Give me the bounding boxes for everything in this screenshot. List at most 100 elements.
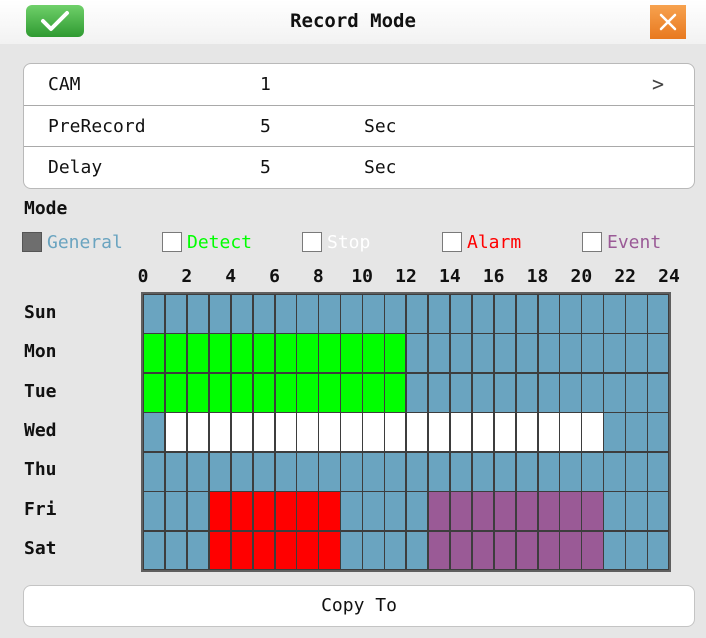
schedule-cell[interactable] bbox=[581, 294, 604, 334]
mode-option-general[interactable]: General bbox=[22, 230, 123, 254]
schedule-cell[interactable] bbox=[493, 372, 517, 413]
schedule-cell[interactable] bbox=[625, 451, 648, 492]
schedule-cell[interactable] bbox=[230, 451, 254, 492]
mode-option-detect[interactable]: Detect bbox=[162, 230, 252, 254]
schedule-cell[interactable] bbox=[274, 491, 297, 532]
schedule-cell[interactable] bbox=[493, 451, 517, 492]
cam-value[interactable]: 1 bbox=[260, 64, 271, 105]
schedule-cell[interactable] bbox=[164, 333, 188, 374]
schedule-cell[interactable] bbox=[274, 530, 297, 571]
schedule-cell[interactable] bbox=[318, 294, 341, 334]
schedule-cell[interactable] bbox=[603, 491, 626, 532]
schedule-cell[interactable] bbox=[296, 372, 319, 413]
schedule-cell[interactable] bbox=[252, 333, 275, 374]
schedule-cell[interactable] bbox=[449, 333, 473, 374]
schedule-cell[interactable] bbox=[581, 412, 604, 453]
schedule-cell[interactable] bbox=[515, 451, 538, 492]
schedule-cell[interactable] bbox=[449, 451, 473, 492]
schedule-cell[interactable] bbox=[493, 333, 517, 374]
schedule-cell[interactable] bbox=[230, 372, 254, 413]
schedule-cell[interactable] bbox=[493, 530, 517, 571]
schedule-cell[interactable] bbox=[186, 333, 210, 374]
schedule-cell[interactable] bbox=[296, 412, 319, 453]
schedule-cell[interactable] bbox=[252, 412, 275, 453]
schedule-cell[interactable] bbox=[559, 412, 582, 453]
schedule-cell[interactable] bbox=[384, 294, 407, 334]
schedule-cell[interactable] bbox=[559, 333, 582, 374]
schedule-cell[interactable] bbox=[603, 451, 626, 492]
mode-option-stop[interactable]: Stop bbox=[302, 230, 370, 254]
schedule-cell[interactable] bbox=[537, 491, 560, 532]
schedule-cell[interactable] bbox=[186, 372, 210, 413]
schedule-cell[interactable] bbox=[296, 333, 319, 374]
schedule-cell[interactable] bbox=[647, 372, 670, 413]
schedule-cell[interactable] bbox=[230, 412, 254, 453]
schedule-cell[interactable] bbox=[537, 451, 560, 492]
schedule-cell[interactable] bbox=[427, 294, 451, 334]
schedule-cell[interactable] bbox=[493, 294, 517, 334]
schedule-cell[interactable] bbox=[318, 491, 341, 532]
schedule-cell[interactable] bbox=[471, 412, 495, 453]
mode-checkbox-alarm[interactable] bbox=[442, 232, 462, 252]
schedule-cell[interactable] bbox=[318, 530, 341, 571]
schedule-cell[interactable] bbox=[362, 412, 385, 453]
schedule-cell[interactable] bbox=[296, 491, 319, 532]
schedule-cell[interactable] bbox=[164, 412, 188, 453]
schedule-cell[interactable] bbox=[230, 491, 254, 532]
schedule-cell[interactable] bbox=[208, 491, 232, 532]
schedule-cell[interactable] bbox=[559, 294, 582, 334]
schedule-cell[interactable] bbox=[427, 412, 451, 453]
schedule-cell[interactable] bbox=[208, 294, 232, 334]
schedule-cell[interactable] bbox=[252, 294, 275, 334]
schedule-cell[interactable] bbox=[406, 333, 429, 374]
schedule-cell[interactable] bbox=[647, 333, 670, 374]
schedule-cell[interactable] bbox=[603, 372, 626, 413]
schedule-cell[interactable] bbox=[274, 451, 297, 492]
schedule-cell[interactable] bbox=[603, 294, 626, 334]
schedule-cell[interactable] bbox=[427, 333, 451, 374]
schedule-cell[interactable] bbox=[471, 372, 495, 413]
schedule-cell[interactable] bbox=[274, 412, 297, 453]
schedule-cell[interactable] bbox=[143, 333, 166, 374]
schedule-cell[interactable] bbox=[230, 294, 254, 334]
schedule-cell[interactable] bbox=[340, 451, 363, 492]
schedule-cell[interactable] bbox=[625, 491, 648, 532]
schedule-cell[interactable] bbox=[603, 333, 626, 374]
schedule-cell[interactable] bbox=[406, 491, 429, 532]
schedule-cell[interactable] bbox=[143, 451, 166, 492]
schedule-cell[interactable] bbox=[230, 530, 254, 571]
schedule-cell[interactable] bbox=[318, 333, 341, 374]
schedule-cell[interactable] bbox=[406, 530, 429, 571]
schedule-cell[interactable] bbox=[537, 412, 560, 453]
schedule-cell[interactable] bbox=[603, 412, 626, 453]
schedule-cell[interactable] bbox=[143, 294, 166, 334]
schedule-cell[interactable] bbox=[581, 451, 604, 492]
delay-value[interactable]: 5 bbox=[260, 147, 271, 188]
schedule-cell[interactable] bbox=[471, 333, 495, 374]
schedule-cell[interactable] bbox=[515, 333, 538, 374]
schedule-cell[interactable] bbox=[647, 294, 670, 334]
schedule-cell[interactable] bbox=[427, 491, 451, 532]
schedule-cell[interactable] bbox=[252, 491, 275, 532]
schedule-cell[interactable] bbox=[164, 530, 188, 571]
schedule-cell[interactable] bbox=[406, 294, 429, 334]
chevron-right-icon[interactable]: > bbox=[652, 64, 664, 105]
schedule-cell[interactable] bbox=[581, 333, 604, 374]
mode-option-event[interactable]: Event bbox=[582, 230, 661, 254]
schedule-cell[interactable] bbox=[625, 372, 648, 413]
schedule-cell[interactable] bbox=[296, 530, 319, 571]
schedule-cell[interactable] bbox=[340, 333, 363, 374]
schedule-cells[interactable] bbox=[143, 294, 670, 571]
schedule-cell[interactable] bbox=[537, 372, 560, 413]
schedule-cell[interactable] bbox=[581, 530, 604, 571]
schedule-cell[interactable] bbox=[318, 451, 341, 492]
schedule-cell[interactable] bbox=[427, 451, 451, 492]
mode-checkbox-general[interactable] bbox=[22, 232, 42, 252]
schedule-cell[interactable] bbox=[515, 372, 538, 413]
schedule-cell[interactable] bbox=[449, 372, 473, 413]
schedule-cell[interactable] bbox=[384, 372, 407, 413]
schedule-cell[interactable] bbox=[362, 333, 385, 374]
schedule-cell[interactable] bbox=[581, 491, 604, 532]
schedule-cell[interactable] bbox=[164, 294, 188, 334]
schedule-cell[interactable] bbox=[318, 412, 341, 453]
